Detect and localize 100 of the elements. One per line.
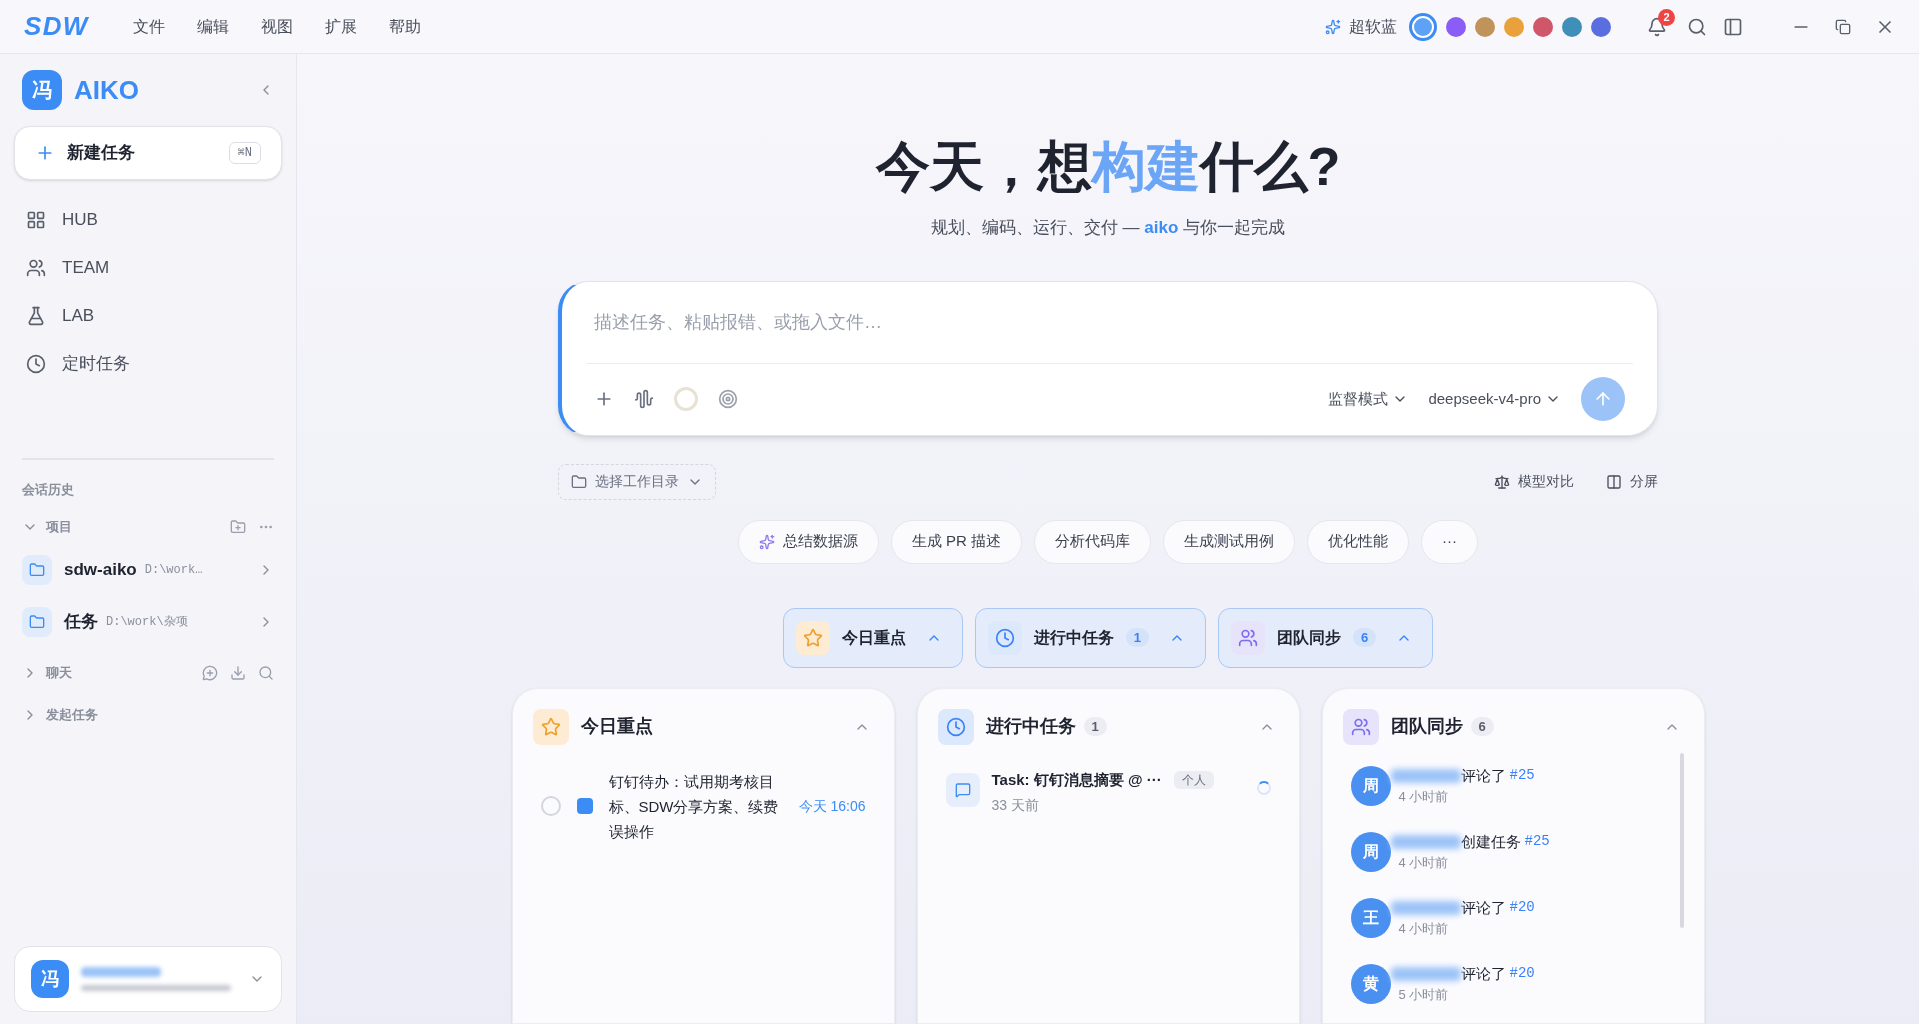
section-title: 会话历史: [21, 481, 75, 499]
event-time: 4 小时前: [1398, 920, 1450, 938]
flask-icon: [26, 306, 46, 326]
new-folder-icon[interactable]: [230, 518, 246, 535]
user-avatar: 周: [1350, 765, 1391, 806]
theme-swatch[interactable]: [1446, 16, 1466, 37]
issue-link[interactable]: #25: [1524, 831, 1550, 853]
redacted-name: [1390, 900, 1461, 915]
redacted-name: [1390, 834, 1461, 849]
count-badge: 1: [1083, 716, 1107, 737]
nav-item[interactable]: TEAM: [14, 244, 282, 292]
event-action: 评论了: [1460, 963, 1506, 984]
redacted-name: [1390, 966, 1461, 981]
sidebar-toggle-icon[interactable]: [1723, 16, 1743, 37]
sparkle-icon: [758, 533, 775, 550]
folder-icon: [571, 473, 587, 490]
project-item[interactable]: 任务 D:\work\杂项: [14, 597, 282, 646]
menu-item[interactable]: 文件: [120, 10, 177, 43]
nav-item[interactable]: LAB: [14, 292, 282, 340]
restore-icon[interactable]: [1835, 18, 1851, 35]
search-icon[interactable]: [1687, 16, 1707, 37]
issue-link[interactable]: #20: [1509, 963, 1535, 985]
theme-swatch[interactable]: [1475, 16, 1495, 37]
section-toggle[interactable]: 团队同步 6: [1218, 607, 1434, 668]
menu-item[interactable]: 编辑: [184, 10, 241, 43]
model-dropdown[interactable]: deepseek-v4-pro: [1428, 387, 1561, 411]
suggestion-chip[interactable]: 生成测试用例: [1163, 519, 1296, 564]
new-task-button[interactable]: 新建任务 ⌘N: [14, 126, 282, 180]
issue-link[interactable]: #20: [1509, 897, 1535, 919]
todo-time: 今天 16:06: [798, 796, 866, 816]
count-badge: 6: [1470, 716, 1494, 737]
menu-item[interactable]: 扩展: [312, 10, 369, 43]
pin-icon: [576, 798, 593, 814]
split-icon: [1606, 473, 1622, 490]
section-toggle[interactable]: 今日重点: [782, 607, 963, 668]
tag-label: 个人: [1173, 770, 1214, 789]
nav-item[interactable]: 定时任务: [14, 340, 282, 388]
theme-swatch[interactable]: [1504, 16, 1524, 37]
wave-icon[interactable]: [634, 389, 654, 409]
clock-icon: [26, 354, 46, 374]
target-icon[interactable]: [718, 389, 738, 409]
suggestion-chip[interactable]: 优化性能: [1307, 519, 1410, 564]
nav-item[interactable]: HUB: [14, 196, 282, 244]
clock-icon: [945, 716, 966, 737]
people-icon: [1350, 716, 1371, 737]
user-avatar: 周: [1350, 831, 1391, 872]
clock-icon: [994, 627, 1015, 648]
scale-icon: [1494, 473, 1510, 490]
hero-title: 今天，想构建什么?: [875, 135, 1341, 198]
download-icon[interactable]: [230, 664, 246, 681]
toolbar-action[interactable]: 分屏: [1606, 471, 1658, 492]
toolbar-action[interactable]: 模型对比: [1494, 471, 1574, 492]
more-button[interactable]: ···: [1421, 519, 1479, 564]
event-action: 评论了: [1460, 765, 1506, 786]
new-chat-icon[interactable]: [202, 664, 218, 681]
notification-badge: 2: [1658, 8, 1675, 26]
event-time: 5 小时前: [1398, 986, 1450, 1004]
theme-swatch[interactable]: [1533, 16, 1553, 37]
scrollbar[interactable]: [1679, 752, 1684, 928]
star-icon: [802, 627, 823, 648]
app-logo: SDW: [24, 10, 89, 43]
event-action: 创建任务: [1460, 831, 1521, 852]
suggestion-chip[interactable]: 分析代码库: [1034, 519, 1152, 564]
spinner-icon: [1256, 780, 1271, 795]
menu-item[interactable]: 帮助: [376, 10, 433, 43]
task-title: Task: 钉钉消息摘要 @ ···: [991, 769, 1162, 790]
task-input[interactable]: 描述任务、粘贴报错、或拖入文件…: [586, 281, 1633, 364]
todo-checkbox[interactable]: [540, 796, 561, 816]
theme-name: 超软蓝: [1349, 16, 1397, 37]
theme-swatch[interactable]: [1409, 12, 1437, 41]
hero-subtitle: 规划、编码、运行、交付 — aiko 与你一起完成: [930, 217, 1286, 239]
mode-dropdown[interactable]: 监督模式: [1328, 387, 1409, 411]
brand-name: AIKO: [74, 73, 139, 107]
people-icon: [1238, 627, 1258, 648]
theme-swatch[interactable]: [1562, 16, 1582, 37]
panel-title: 团队同步: [1390, 715, 1463, 738]
todo-text: 钉钉待办：试用期考核目标、SDW分享方案、续费误操作: [608, 771, 779, 842]
issue-link[interactable]: #25: [1509, 765, 1535, 787]
panel-title: 今日重点: [580, 715, 653, 738]
send-button[interactable]: [1581, 377, 1625, 421]
people-icon: [26, 258, 46, 278]
suggestion-chip[interactable]: 总结数据源: [737, 519, 879, 564]
event-action: 评论了: [1460, 897, 1506, 918]
suggestion-chip[interactable]: 生成 PR 描述: [890, 519, 1023, 564]
task-time: 33 天前: [991, 796, 1040, 815]
user-avatar: 黄: [1350, 963, 1391, 1004]
brand-avatar: 冯: [22, 70, 62, 110]
workdir-button[interactable]: 选择工作目录: [558, 463, 716, 500]
grid-icon: [26, 210, 46, 230]
composer-card[interactable]: 描述任务、粘贴报错、或拖入文件… 监督模式 deepseek-v4-pro: [558, 280, 1658, 436]
user-avatar: 王: [1350, 897, 1391, 938]
sparkle-icon: [1325, 18, 1341, 35]
star-icon: [540, 716, 561, 737]
section-toggle[interactable]: 进行中任务 1: [974, 607, 1206, 668]
menu-item[interactable]: 视图: [248, 10, 305, 43]
theme-swatch[interactable]: [1591, 16, 1611, 37]
project-item[interactable]: sdw-aiko D:\work…: [14, 545, 282, 594]
panel-title: 进行中任务: [985, 715, 1076, 738]
shortcut-key: ⌘N: [228, 142, 261, 164]
redacted-name: [1390, 768, 1461, 783]
